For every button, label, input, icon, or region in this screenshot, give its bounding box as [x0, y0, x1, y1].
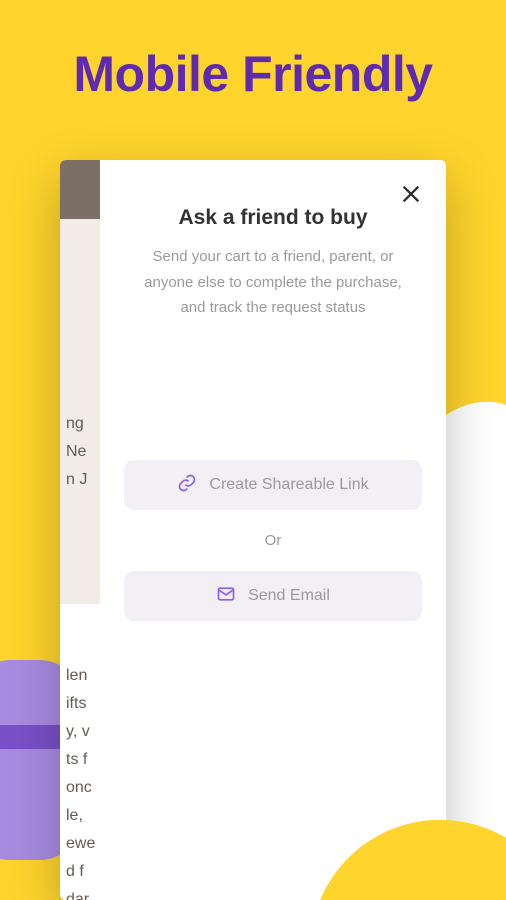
send-email-button[interactable]: Send Email [124, 571, 422, 621]
modal-title: Ask a friend to buy [124, 206, 422, 230]
create-shareable-link-button[interactable]: Create Shareable Link [124, 460, 422, 510]
hero-title: Mobile Friendly [0, 0, 506, 103]
device-screenshot: ng Ne n J len ifts y, v ts f onc le, ewe… [60, 160, 446, 900]
create-link-label: Create Shareable Link [209, 476, 368, 494]
email-icon [216, 584, 236, 609]
send-email-label: Send Email [248, 587, 330, 605]
close-button[interactable] [396, 180, 426, 210]
link-icon [177, 473, 197, 498]
ask-friend-modal: Ask a friend to buy Send your cart to a … [100, 160, 446, 900]
close-icon [400, 183, 422, 208]
or-separator: Or [124, 532, 422, 549]
page-underlay-text: ng Ne n J len ifts y, v ts f onc le, ewe… [60, 160, 100, 900]
modal-actions: Create Shareable Link Or Send Email [124, 460, 422, 621]
modal-description: Send your cart to a friend, parent, or a… [124, 244, 422, 321]
